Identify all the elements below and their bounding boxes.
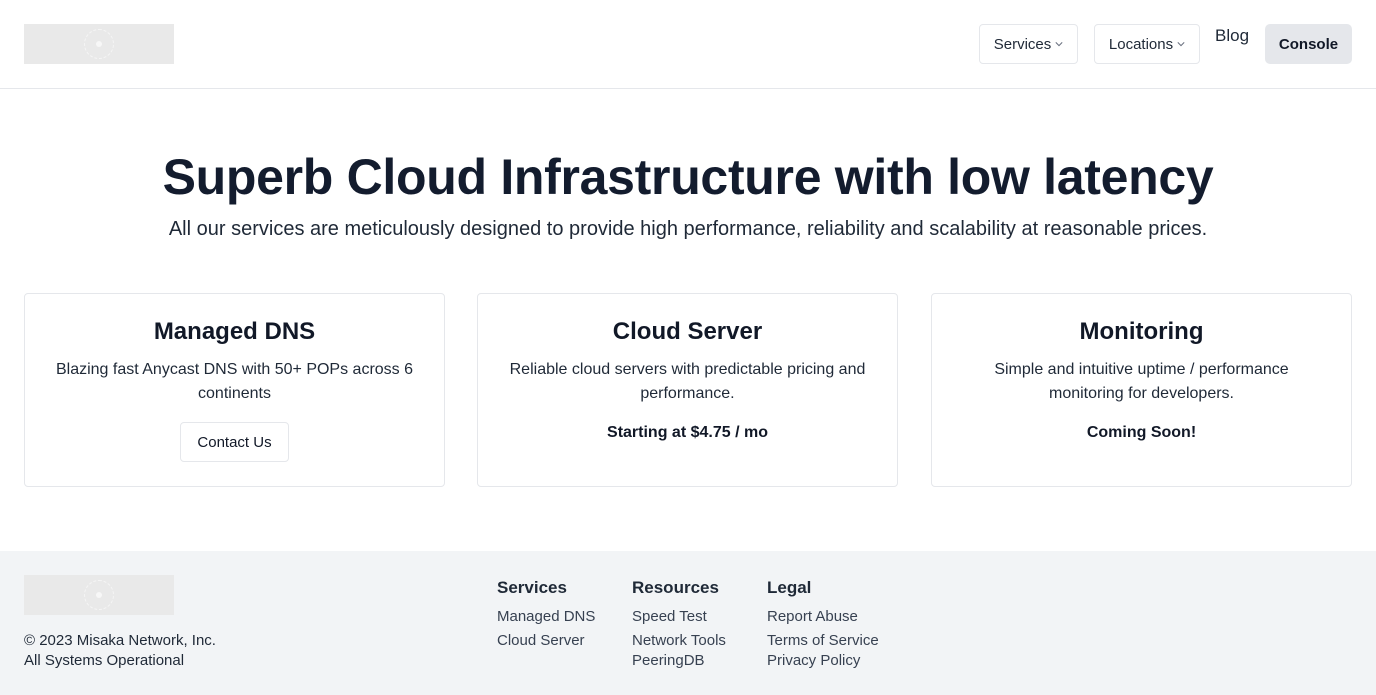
hero-title: Superb Cloud Infrastructure with low lat… — [162, 149, 1214, 205]
footer-link-terms-of-service[interactable]: Terms of Service — [767, 632, 879, 649]
footer-link-managed-dns[interactable]: Managed DNS — [497, 608, 595, 625]
card-title: Cloud Server — [612, 318, 763, 345]
site-footer: © 2023 Misaka Network, Inc. All Systems … — [0, 551, 1376, 695]
site-header: Services Locations Blog Console — [0, 0, 1376, 89]
hero-subtitle: All our services are meticulously design… — [168, 218, 1208, 240]
footer-link-cloud-server[interactable]: Cloud Server — [497, 632, 585, 649]
card-description: Blazing fast Anycast DNS with 50+ POPs a… — [55, 361, 414, 402]
card-monitoring: Monitoring Simple and intuitive uptime /… — [931, 293, 1352, 487]
footer-col-title-legal: Legal — [767, 578, 812, 597]
footer-col-title-services: Services — [497, 578, 567, 597]
locations-dropdown-button[interactable]: Locations — [1094, 24, 1200, 64]
footer-link-peeringdb[interactable]: PeeringDB — [632, 652, 705, 669]
logo-image — [84, 580, 114, 610]
locations-dropdown-label: Locations — [1108, 35, 1174, 53]
footer-link-report-abuse[interactable]: Report Abuse — [767, 608, 858, 625]
header-logo[interactable] — [24, 24, 174, 64]
card-description: Reliable cloud servers with predictable … — [509, 361, 866, 402]
card-description: Simple and intuitive uptime / performanc… — [994, 361, 1289, 402]
chevron-down-icon — [1055, 42, 1063, 47]
services-dropdown-button[interactable]: Services — [979, 24, 1078, 64]
blog-link[interactable]: Blog — [1215, 26, 1249, 46]
footer-col-title-resources: Resources — [632, 578, 719, 597]
footer-link-network-tools[interactable]: Network Tools — [632, 632, 726, 649]
card-cloud-server: Cloud Server Reliable cloud servers with… — [477, 293, 898, 487]
card-status: Coming Soon! — [1086, 424, 1197, 441]
card-pricing: Starting at $4.75 / mo — [607, 424, 768, 441]
services-dropdown-label: Services — [993, 35, 1052, 53]
contact-us-button[interactable]: Contact Us — [180, 422, 289, 462]
logo-image — [84, 29, 114, 59]
footer-link-speed-test[interactable]: Speed Test — [632, 608, 707, 625]
footer-link-privacy-policy[interactable]: Privacy Policy — [767, 652, 860, 669]
card-managed-dns: Managed DNS Blazing fast Anycast DNS wit… — [24, 293, 445, 487]
copyright-text: © 2023 Misaka Network, Inc. — [24, 632, 216, 649]
console-button[interactable]: Console — [1265, 24, 1352, 64]
footer-logo[interactable] — [24, 575, 174, 615]
system-status-link[interactable]: All Systems Operational — [24, 652, 184, 669]
chevron-down-icon — [1177, 42, 1185, 47]
card-title: Managed DNS — [153, 318, 316, 345]
card-title: Monitoring — [1079, 318, 1204, 345]
